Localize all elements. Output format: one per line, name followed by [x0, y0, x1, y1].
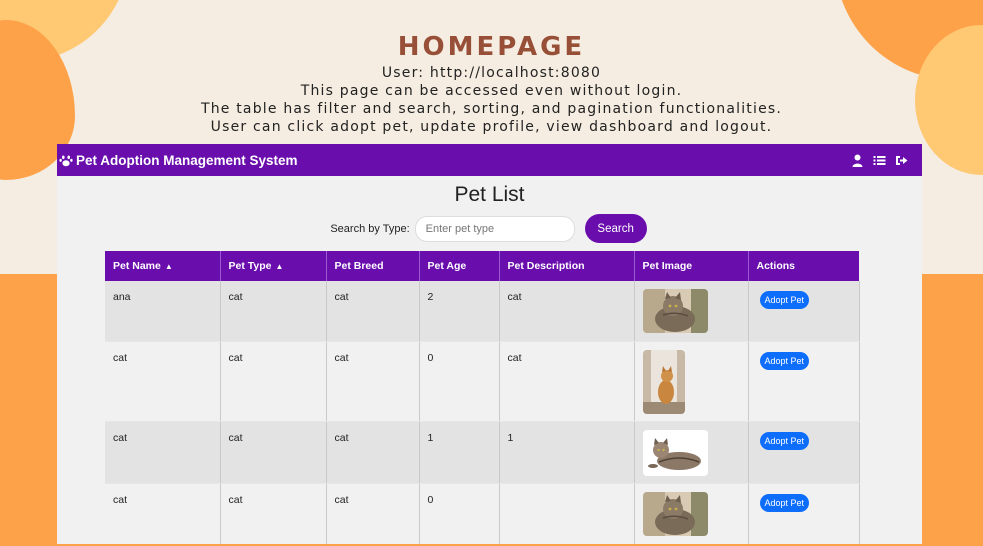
caption-line: The table has filter and search, sorting…: [200, 101, 783, 117]
cell-pet-name: cat: [105, 341, 221, 422]
pet-photo: [642, 289, 708, 333]
adopt-pet-button[interactable]: Adopt Pet: [759, 431, 810, 450]
cell-pet-type: cat: [220, 281, 327, 342]
column-header-pet-name[interactable]: Pet Name ▲: [105, 251, 221, 281]
cell-pet-age: 0: [419, 483, 500, 544]
cell-pet-image: [634, 281, 749, 342]
cell-pet-type: cat: [220, 341, 327, 422]
caption-line: User can click adopt pet, update profile…: [210, 119, 773, 135]
table-header-row: Pet Name ▲ Pet Type ▲ Pet Breed Pet Age Pe…: [105, 251, 859, 281]
navbar: Pet Adoption Management System: [57, 144, 922, 176]
cell-pet-description: cat: [499, 341, 635, 422]
column-header-actions: Actions: [748, 251, 859, 281]
brand-title: Pet Adoption Management System: [76, 152, 298, 168]
search-button[interactable]: Search: [584, 214, 647, 243]
search-input[interactable]: [414, 215, 575, 242]
logout-icon[interactable]: [895, 154, 908, 167]
navbar-actions: [851, 154, 908, 167]
cell-actions: Adopt Pet: [748, 281, 860, 342]
slide-caption: HOMEPAGE User: http://localhost:8080 Thi…: [0, 30, 983, 136]
list-icon[interactable]: [873, 154, 886, 167]
caption-line: User: http://localhost:8080: [381, 65, 602, 81]
search-label: Search by Type:: [330, 222, 410, 235]
cell-pet-name: ana: [105, 281, 221, 342]
adopt-pet-button[interactable]: Adopt Pet: [759, 493, 810, 512]
page-title: Pet List: [454, 183, 525, 206]
navbar-brand[interactable]: Pet Adoption Management System: [59, 153, 298, 168]
cell-pet-type: cat: [220, 421, 327, 484]
cell-pet-breed: cat: [326, 341, 420, 422]
cell-pet-breed: cat: [326, 483, 420, 544]
table-row: cat cat cat 1 1 Adopt Pet: [105, 421, 860, 484]
cell-pet-type: cat: [220, 483, 327, 544]
cell-actions: Adopt Pet: [748, 483, 860, 544]
cell-pet-description: 1: [499, 421, 635, 484]
pet-photo: [642, 429, 708, 476]
table-row: cat cat cat 0 cat Adopt Pet: [105, 341, 860, 422]
cell-pet-image: [634, 421, 749, 484]
column-header-pet-age: Pet Age: [419, 251, 500, 281]
column-header-pet-type[interactable]: Pet Type ▲: [220, 251, 327, 281]
cell-pet-age: 2: [419, 281, 500, 342]
table-row: ana cat cat 2 cat Adopt Pet: [105, 281, 860, 342]
user-icon[interactable]: [851, 154, 864, 167]
cell-pet-image: [634, 341, 749, 422]
app-window: Pet Adoption Management System Pet List …: [57, 144, 922, 544]
pet-photo: [642, 349, 685, 414]
cell-pet-image: [634, 483, 749, 544]
cell-pet-breed: cat: [326, 281, 420, 342]
cell-pet-age: 1: [419, 421, 500, 484]
cell-pet-breed: cat: [326, 421, 420, 484]
search-bar: Search by Type: Search: [57, 214, 922, 243]
pet-table: Pet Name ▲ Pet Type ▲ Pet Breed Pet Age Pe…: [105, 251, 860, 544]
cell-pet-name: cat: [105, 483, 221, 544]
column-header-pet-image: Pet Image: [634, 251, 749, 281]
sort-asc-icon: ▲: [275, 262, 284, 271]
table-row: cat cat cat 0 Adopt Pet: [105, 483, 860, 544]
cell-actions: Adopt Pet: [748, 341, 860, 422]
caption-heading: HOMEPAGE: [397, 32, 586, 62]
sort-asc-icon: ▲: [164, 262, 173, 271]
pet-photo: [642, 491, 708, 536]
column-header-pet-breed: Pet Breed: [326, 251, 420, 281]
cell-pet-description: cat: [499, 281, 635, 342]
adopt-pet-button[interactable]: Adopt Pet: [759, 291, 810, 309]
paw-icon: [59, 155, 73, 166]
cell-actions: Adopt Pet: [748, 421, 860, 484]
cell-pet-age: 0: [419, 341, 500, 422]
adopt-pet-button[interactable]: Adopt Pet: [759, 351, 810, 370]
column-header-pet-description: Pet Description: [499, 251, 635, 281]
cell-pet-name: cat: [105, 421, 221, 484]
caption-line: This page can be accessed even without l…: [300, 83, 683, 99]
cell-pet-description: [499, 483, 635, 544]
